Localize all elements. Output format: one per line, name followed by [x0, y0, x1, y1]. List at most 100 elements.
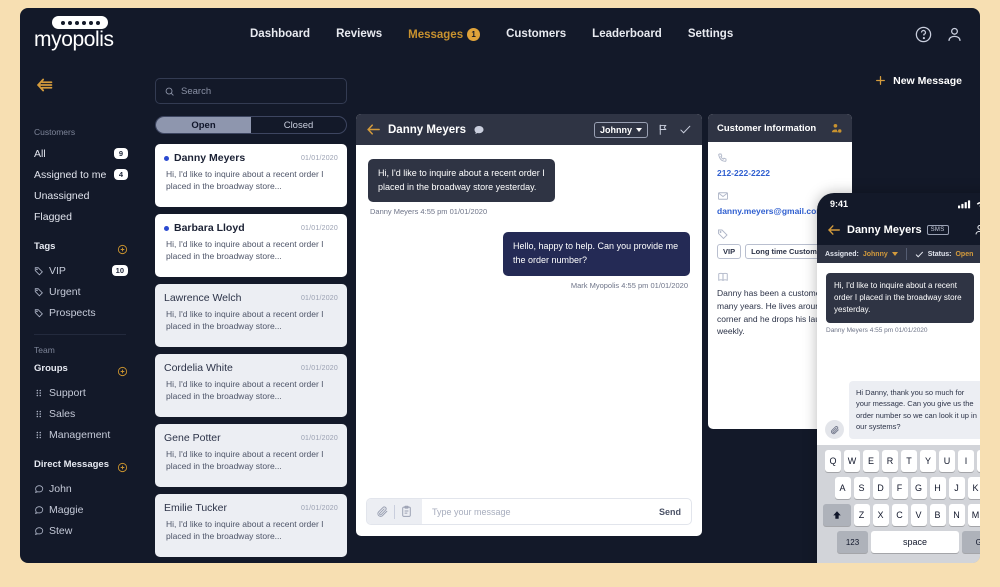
- sidebar-item-unassigned[interactable]: Unassigned: [34, 186, 138, 205]
- sidebar-group-sales[interactable]: Sales: [34, 404, 138, 423]
- conversation-item-cordelia-white[interactable]: Cordelia White 01/01/2020 Hi, I'd like t…: [155, 354, 347, 417]
- tab-open[interactable]: Open: [156, 117, 251, 133]
- key-f[interactable]: F: [891, 477, 908, 499]
- key-x[interactable]: X: [872, 504, 889, 526]
- sidebar-item-all[interactable]: All 9: [34, 144, 138, 163]
- nav-item-settings[interactable]: Settings: [688, 28, 733, 40]
- sidebar-item-flagged[interactable]: Flagged: [34, 207, 138, 226]
- key-j[interactable]: J: [948, 477, 965, 499]
- clipboard-icon[interactable]: [400, 505, 413, 518]
- nav-item-customers[interactable]: Customers: [506, 28, 566, 40]
- sidebar-tag-urgent[interactable]: Urgent: [34, 282, 138, 301]
- nav-item-leaderboard[interactable]: Leaderboard: [592, 28, 662, 40]
- key-y[interactable]: Y: [920, 450, 936, 472]
- sidebar-dm-john[interactable]: John: [34, 479, 138, 498]
- chat-bubble-icon[interactable]: [473, 124, 485, 136]
- key-r[interactable]: R: [882, 450, 898, 472]
- key-s[interactable]: S: [853, 477, 870, 499]
- chevron-down-icon[interactable]: [891, 252, 898, 256]
- sidebar-group-management[interactable]: Management: [34, 425, 138, 444]
- collapse-arrow-icon[interactable]: [34, 74, 56, 96]
- key-k[interactable]: K: [967, 477, 980, 499]
- conversation-item-lawrence-welch[interactable]: Lawrence Welch 01/01/2020 Hi, I'd like t…: [155, 284, 347, 347]
- add-tag-icon[interactable]: [117, 244, 128, 255]
- user-edit-icon[interactable]: [830, 122, 843, 135]
- go-key[interactable]: Go: [962, 531, 980, 553]
- back-arrow-icon[interactable]: [827, 223, 841, 237]
- key-t[interactable]: T: [901, 450, 917, 472]
- sidebar-item-assigned-to-me[interactable]: Assigned to me 4: [34, 165, 138, 184]
- conversation-list[interactable]: Danny Meyers 01/01/2020 Hi, I'd like to …: [155, 144, 347, 559]
- sidebar-dm-maggie[interactable]: Maggie: [34, 500, 138, 519]
- key-n[interactable]: N: [948, 504, 965, 526]
- phone-composer: Hi Danny, thank you so much for your mes…: [825, 380, 980, 439]
- search-input[interactable]: Search: [155, 78, 347, 104]
- customer-tag-vip[interactable]: VIP: [717, 244, 742, 259]
- key-o[interactable]: O: [977, 450, 980, 472]
- user-icon[interactable]: [945, 25, 964, 44]
- back-arrow-icon[interactable]: [366, 122, 381, 137]
- nav-label: Dashboard: [250, 28, 311, 40]
- chat-bubble-icon: [34, 484, 44, 493]
- paperclip-icon[interactable]: [376, 505, 389, 518]
- key-i[interactable]: I: [958, 450, 974, 472]
- conversation-item-barbara-lloyd[interactable]: Barbara Lloyd 01/01/2020 Hi, I'd like to…: [155, 214, 347, 277]
- conversation-item-emilie-tucker[interactable]: Emilie Tucker 01/01/2020 Hi, I'd like to…: [155, 494, 347, 557]
- tab-closed[interactable]: Closed: [251, 117, 346, 133]
- new-message-button[interactable]: New Message: [874, 74, 962, 87]
- customer-phone[interactable]: 212-222-2222: [717, 168, 843, 178]
- flag-icon[interactable]: [657, 123, 670, 136]
- add-direct-message-icon[interactable]: [117, 462, 128, 473]
- nav-item-dashboard[interactable]: Dashboard: [250, 28, 310, 40]
- key-u[interactable]: U: [939, 450, 955, 472]
- sidebar-item-label: John: [49, 482, 72, 495]
- conversation-name: Lawrence Welch: [164, 292, 242, 304]
- conversation-date: 01/01/2020: [300, 294, 338, 302]
- composer-tools: [367, 499, 422, 524]
- shift-key[interactable]: [822, 504, 851, 526]
- key-z[interactable]: Z: [853, 504, 870, 526]
- numbers-key[interactable]: 123: [837, 531, 868, 553]
- sidebar-dm-stew[interactable]: Stew: [34, 521, 138, 540]
- nav-item-messages[interactable]: Messages 1: [408, 27, 481, 41]
- assignee-dropdown[interactable]: Johnny: [593, 121, 648, 138]
- help-circle-icon[interactable]: [914, 25, 933, 44]
- check-icon: [915, 251, 923, 257]
- chat-header: Danny Meyers Johnny: [356, 114, 702, 145]
- add-contact-icon[interactable]: [974, 223, 980, 237]
- sidebar-group-support[interactable]: Support: [34, 383, 138, 402]
- notebook-icon: [718, 272, 728, 281]
- key-h[interactable]: H: [929, 477, 946, 499]
- message-composer[interactable]: Type your message Send: [366, 498, 692, 525]
- plus-icon: [876, 76, 886, 85]
- phone-status-bar: 9:41: [817, 193, 980, 215]
- conversation-item-danny-meyers[interactable]: Danny Meyers 01/01/2020 Hi, I'd like to …: [155, 144, 347, 207]
- keyboard-row-2: A S D F G H J K L: [820, 477, 980, 499]
- key-b[interactable]: B: [929, 504, 946, 526]
- conversation-name: Barbara Lloyd: [174, 222, 245, 234]
- key-w[interactable]: W: [844, 450, 860, 472]
- key-m[interactable]: M: [967, 504, 980, 526]
- key-g[interactable]: G: [910, 477, 927, 499]
- key-d[interactable]: D: [872, 477, 889, 499]
- space-key[interactable]: space: [871, 531, 959, 553]
- assigned-value[interactable]: Johnny: [863, 251, 888, 258]
- brand-logo[interactable]: myopolis: [34, 16, 154, 52]
- attach-button[interactable]: [825, 420, 844, 439]
- key-c[interactable]: C: [891, 504, 908, 526]
- key-a[interactable]: A: [834, 477, 851, 499]
- key-v[interactable]: V: [910, 504, 927, 526]
- check-icon[interactable]: [679, 123, 692, 136]
- conversation-item-gene-potter[interactable]: Gene Potter 01/01/2020 Hi, I'd like to i…: [155, 424, 347, 487]
- sidebar-tag-prospects[interactable]: Prospects: [34, 303, 138, 322]
- send-button[interactable]: Send: [659, 507, 681, 517]
- key-q[interactable]: Q: [825, 450, 841, 472]
- key-e[interactable]: E: [863, 450, 879, 472]
- sidebar-tag-vip[interactable]: VIP 10: [34, 261, 138, 280]
- status-badge[interactable]: Open: [955, 251, 973, 258]
- add-group-icon[interactable]: [117, 366, 128, 377]
- message-meta: Danny Meyers 4:55 pm 01/01/2020: [370, 207, 488, 217]
- phone-message-input[interactable]: Hi Danny, thank you so much for your mes…: [849, 380, 980, 439]
- sidebar-section-dms: Direct Messages John Maggie Stew: [34, 458, 138, 540]
- nav-item-reviews[interactable]: Reviews: [336, 28, 382, 40]
